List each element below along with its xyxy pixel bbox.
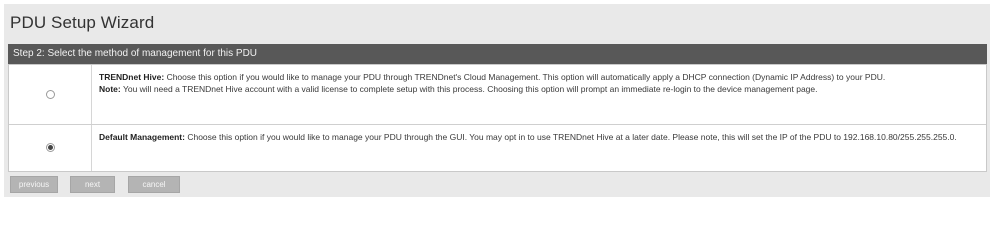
option-description-trendnet-hive: Choose this option if you would like to … — [166, 72, 886, 82]
step-header: Step 2: Select the method of management … — [8, 44, 987, 64]
previous-button[interactable]: previous — [10, 176, 58, 193]
note-text: You will need a TRENDnet Hive account wi… — [122, 83, 818, 94]
option-row-default-management: Default Management: Choose this option i… — [9, 125, 986, 171]
radio-cell — [9, 125, 92, 171]
cancel-button[interactable]: cancel — [128, 176, 180, 193]
page: PDU Setup Wizard Step 2: Select the meth… — [0, 0, 995, 201]
option-title-trendnet-hive: TRENDnet Hive: — [99, 72, 165, 82]
next-button[interactable]: next — [70, 176, 115, 193]
option-title-default-management: Default Management: — [99, 132, 185, 142]
option-row-trendnet-hive: TRENDnet Hive: Choose this option if you… — [9, 65, 986, 125]
option-description-default-management: Choose this option if you would like to … — [187, 132, 957, 142]
radio-cell — [9, 65, 92, 124]
management-options-table: TRENDnet Hive: Choose this option if you… — [8, 64, 987, 172]
option-description-cell: Default Management: Choose this option i… — [99, 132, 977, 143]
wizard-title: PDU Setup Wizard — [10, 13, 155, 32]
note-label: Note: — [99, 83, 121, 94]
radio-trendnet-hive[interactable] — [46, 90, 55, 99]
option-description-cell: TRENDnet Hive: Choose this option if you… — [99, 72, 977, 94]
pdu-setup-wizard: PDU Setup Wizard Step 2: Select the meth… — [4, 4, 990, 197]
radio-default-management[interactable] — [46, 143, 55, 152]
